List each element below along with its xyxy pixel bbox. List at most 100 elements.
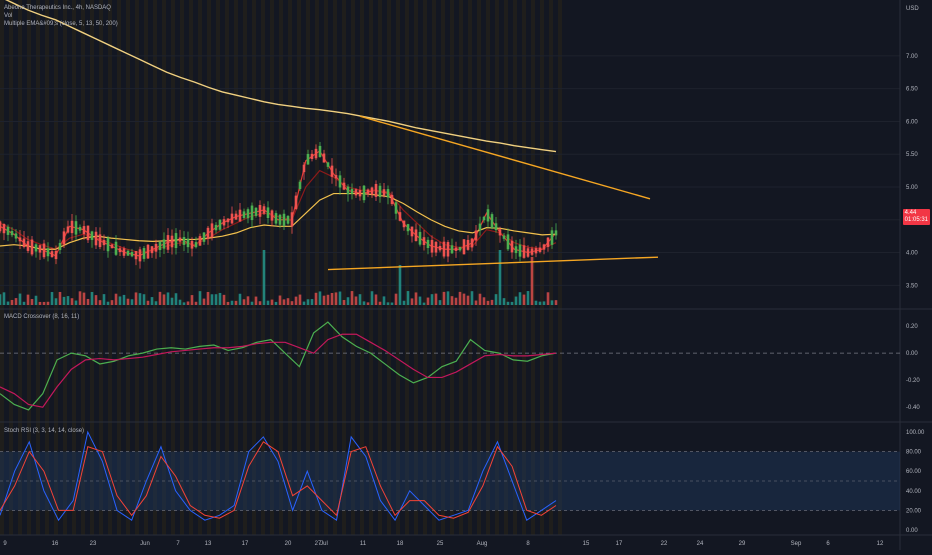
candle-body <box>362 185 366 201</box>
chart-area[interactable]: 7.006.506.005.505.004.504.003.500.200.00… <box>0 0 932 550</box>
chart-svg[interactable]: 7.006.506.005.505.004.504.003.500.200.00… <box>0 0 932 550</box>
volume-bar <box>362 301 366 305</box>
volume-bar <box>194 301 198 305</box>
candle-body <box>150 246 154 254</box>
candle-body <box>206 227 210 239</box>
stoch-rsi-label: Stoch RSI (3, 3, 14, 14, close) <box>4 428 85 434</box>
time-tick-label: 18 <box>397 541 404 547</box>
volume-bar <box>538 301 542 305</box>
candle-body <box>2 223 6 234</box>
candle-body <box>230 213 234 224</box>
candle-body <box>18 237 22 242</box>
candle-body <box>250 205 254 221</box>
candle-body <box>486 209 490 222</box>
volume-bar <box>542 301 546 305</box>
volume-bar <box>262 250 266 305</box>
volume-bar <box>270 299 274 305</box>
price-tick-label: 6.00 <box>906 119 918 125</box>
volume-bar <box>554 300 558 305</box>
rsi-tick-label: 60.00 <box>906 469 922 475</box>
price-tick-label: 5.00 <box>906 185 918 191</box>
candle-body <box>386 189 390 198</box>
candle-body <box>274 213 278 224</box>
volume-bar <box>0 294 2 305</box>
volume-bar <box>478 293 482 305</box>
candle-body <box>106 237 110 252</box>
price-tick-label: 7.00 <box>906 54 918 60</box>
candle-body <box>14 233 18 239</box>
time-tick-label: 23 <box>90 541 97 547</box>
candle-body <box>70 220 74 234</box>
volume-bar <box>74 300 78 305</box>
time-tick-label: 15 <box>583 541 590 547</box>
time-tick-label: 25 <box>437 541 444 547</box>
candle-body <box>34 244 38 252</box>
candle-body <box>198 236 202 246</box>
volume-bar <box>490 299 494 305</box>
volume-bar <box>162 294 166 305</box>
candle-body <box>194 242 198 248</box>
volume-bar <box>166 292 170 305</box>
candle-body <box>358 190 362 197</box>
volume-bar <box>226 301 230 305</box>
volume-bar <box>430 294 434 305</box>
volume-bar <box>222 294 226 305</box>
volume-bar <box>530 257 534 305</box>
volume-bar <box>294 296 298 305</box>
candle-body <box>82 226 86 234</box>
candle-body <box>514 246 518 254</box>
candle-body <box>550 230 554 245</box>
volume-bar <box>230 300 234 305</box>
candle-body <box>366 189 370 195</box>
rsi-tick-label: 80.00 <box>906 450 922 456</box>
volume-bar <box>254 296 258 305</box>
candle-body <box>478 223 482 231</box>
volume-bar <box>370 291 374 305</box>
volume-bar <box>502 298 506 305</box>
volume-bar <box>390 302 394 305</box>
volume-bar <box>386 302 390 305</box>
macd-tick-label: -0.20 <box>906 378 920 384</box>
volume-bar <box>134 292 138 305</box>
volume-bar <box>106 301 110 305</box>
volume-bar <box>90 291 94 305</box>
volume-bar <box>306 299 310 305</box>
candle-body <box>78 227 82 231</box>
volume-bar <box>158 291 162 305</box>
candle-body <box>286 215 290 224</box>
volume-bar <box>342 300 346 305</box>
time-tick-label: Sep <box>791 541 802 547</box>
candle-body <box>182 237 186 245</box>
candle-body <box>110 244 114 249</box>
volume-bar <box>142 294 146 305</box>
candle-body <box>98 234 102 248</box>
volume-bar <box>334 292 338 305</box>
volume-bar <box>486 300 490 305</box>
volume-bar <box>202 298 206 305</box>
candle-body <box>226 218 230 223</box>
volume-bar <box>126 298 130 305</box>
volume-bar <box>26 294 30 305</box>
candle-body <box>522 245 526 258</box>
candle-body <box>246 209 250 219</box>
volume-bar <box>186 301 190 305</box>
volume-bar <box>326 294 330 305</box>
volume-bar <box>454 297 458 305</box>
time-tick-label: 22 <box>661 541 668 547</box>
candle-body <box>322 153 326 163</box>
candle-body <box>50 251 54 258</box>
volume-bar <box>506 301 510 305</box>
candle-body <box>190 240 194 249</box>
candle-body <box>374 183 378 197</box>
volume-bar <box>310 299 314 305</box>
candle-body <box>406 224 410 232</box>
candle-body <box>58 242 62 251</box>
candle-body <box>94 231 98 246</box>
volume-bar <box>482 297 486 305</box>
countdown-timer: 01:05:31 <box>904 217 928 223</box>
volume-bar <box>98 300 102 305</box>
volume-bar <box>118 296 122 305</box>
volume-bar <box>146 300 150 305</box>
volume-bar <box>450 296 454 305</box>
volume-bar <box>274 301 278 305</box>
